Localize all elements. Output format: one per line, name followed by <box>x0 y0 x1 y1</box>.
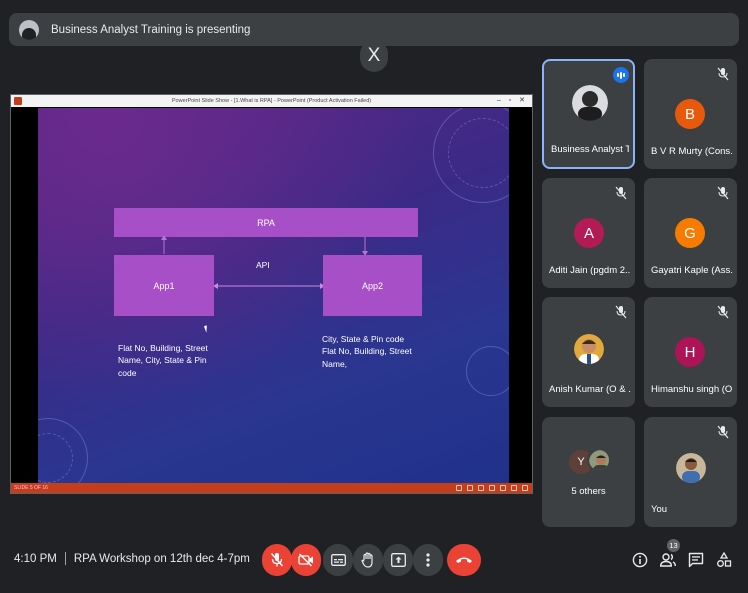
participant-avatar: B <box>675 99 705 129</box>
powerpoint-titlebar: PowerPoint Slide Show - [1.What is RPA] … <box>11 95 532 107</box>
participant-avatar: G <box>675 218 705 248</box>
participant-avatar: H <box>675 337 705 367</box>
participant-photo <box>574 334 604 364</box>
current-time: 4:10 PM <box>14 552 57 565</box>
people-icon <box>660 553 676 567</box>
call-end-icon <box>456 557 472 563</box>
raise-hand-icon <box>361 552 373 568</box>
captions-icon <box>330 554 346 566</box>
participant-tile[interactable]: G Gayatri Kaple (Ass... <box>644 178 737 288</box>
presenting-text: Business Analyst Training is presenting <box>51 23 251 36</box>
app2-label: App2 <box>361 280 384 291</box>
other-participant-photo <box>587 448 611 472</box>
participant-name: You <box>651 504 668 515</box>
text-line: Flat No, Building, Street <box>118 343 208 353</box>
app1-box: App1 <box>114 255 214 316</box>
text-line: Name, <box>322 358 348 369</box>
slide-arrows <box>161 235 368 289</box>
app2-box: App2 <box>323 255 422 316</box>
leave-call-button[interactable] <box>447 544 481 576</box>
activities-button[interactable] <box>715 551 733 569</box>
others-label: 5 others <box>571 486 606 497</box>
participant-avatar: A <box>574 218 604 248</box>
captions-button[interactable] <box>323 544 353 576</box>
close-icon: X <box>367 45 381 66</box>
participant-tile[interactable]: A Aditi Jain (pgdm 2... <box>542 178 635 288</box>
mic-off-icon <box>717 67 729 81</box>
others-tile[interactable]: Y 5 others <box>542 417 635 527</box>
text-line: Name, City, State & Pin <box>118 355 207 366</box>
window-controls: – ▫ ✕ <box>496 97 528 104</box>
mic-off-icon <box>717 305 729 319</box>
slide: RPA API App1 App2 Flat No, Building, Str… <box>38 108 509 483</box>
participant-tile[interactable]: H Himanshu singh (O... <box>644 297 737 407</box>
view-controls <box>456 485 528 491</box>
powerpoint-statusbar: SLIDE 5 OF 16 <box>11 483 532 493</box>
more-vert-icon <box>426 553 430 567</box>
camera-button[interactable] <box>291 544 321 576</box>
text-line: City, State & Pin code <box>322 334 405 344</box>
info-icon <box>632 552 648 568</box>
participant-name: Himanshu singh (O... <box>651 384 733 395</box>
text-line: code <box>118 367 137 378</box>
participant-photo <box>572 85 608 121</box>
app2-address-text: City, State & Pin code Flat No, Building… <box>322 333 412 370</box>
present-icon <box>390 553 406 567</box>
mic-off-icon <box>270 553 284 567</box>
api-label: API <box>256 260 270 270</box>
camera-off-icon <box>298 553 313 567</box>
mic-off-icon <box>615 186 627 200</box>
text-line: Flat No, Building, Street <box>322 346 412 357</box>
participant-tile[interactable]: Business Analyst Tr... <box>542 59 635 169</box>
participant-tile[interactable]: Anish Kumar (O & ... <box>542 297 635 407</box>
mic-off-icon <box>717 425 729 439</box>
powerpoint-logo-icon <box>14 97 22 105</box>
presenter-avatar <box>19 19 39 40</box>
presentation-view: PowerPoint Slide Show - [1.What is RPA] … <box>10 94 533 494</box>
meeting-details-button[interactable] <box>631 551 649 569</box>
participant-name: Business Analyst Tr... <box>551 144 629 155</box>
participant-tile[interactable]: B B V R Murty (Cons... <box>644 59 737 169</box>
app1-address-text: Flat No, Building, Street Name, City, St… <box>118 342 208 379</box>
meeting-title: RPA Workshop on 12th dec 4-7pm <box>73 552 250 565</box>
chat-icon <box>688 552 704 568</box>
divider <box>64 552 66 565</box>
close-presentation-button[interactable]: X <box>360 40 388 72</box>
present-button[interactable] <box>383 544 413 576</box>
self-photo <box>676 453 706 483</box>
raise-hand-button[interactable] <box>353 544 383 576</box>
speaking-indicator-icon <box>613 67 629 83</box>
participant-name: Aditi Jain (pgdm 2... <box>549 265 631 276</box>
meeting-info: 4:10 PM RPA Workshop on 12th dec 4-7pm <box>14 552 250 565</box>
microphone-button[interactable] <box>262 544 292 576</box>
more-options-button[interactable] <box>413 544 443 576</box>
self-tile[interactable]: You <box>644 417 737 527</box>
app1-label: App1 <box>153 280 175 291</box>
mic-off-icon <box>615 305 627 319</box>
participant-name: Gayatri Kaple (Ass... <box>651 265 733 276</box>
activities-icon <box>717 552 732 567</box>
powerpoint-window-title: PowerPoint Slide Show - [1.What is RPA] … <box>171 98 372 104</box>
slide-counter: SLIDE 5 OF 16 <box>14 485 48 491</box>
mic-off-icon <box>717 186 729 200</box>
participant-name: B V R Murty (Cons... <box>651 146 733 157</box>
people-count-badge: 13 <box>667 539 680 552</box>
chat-button[interactable] <box>687 551 705 569</box>
participant-name: Anish Kumar (O & ... <box>549 384 631 395</box>
people-button[interactable] <box>659 551 677 569</box>
